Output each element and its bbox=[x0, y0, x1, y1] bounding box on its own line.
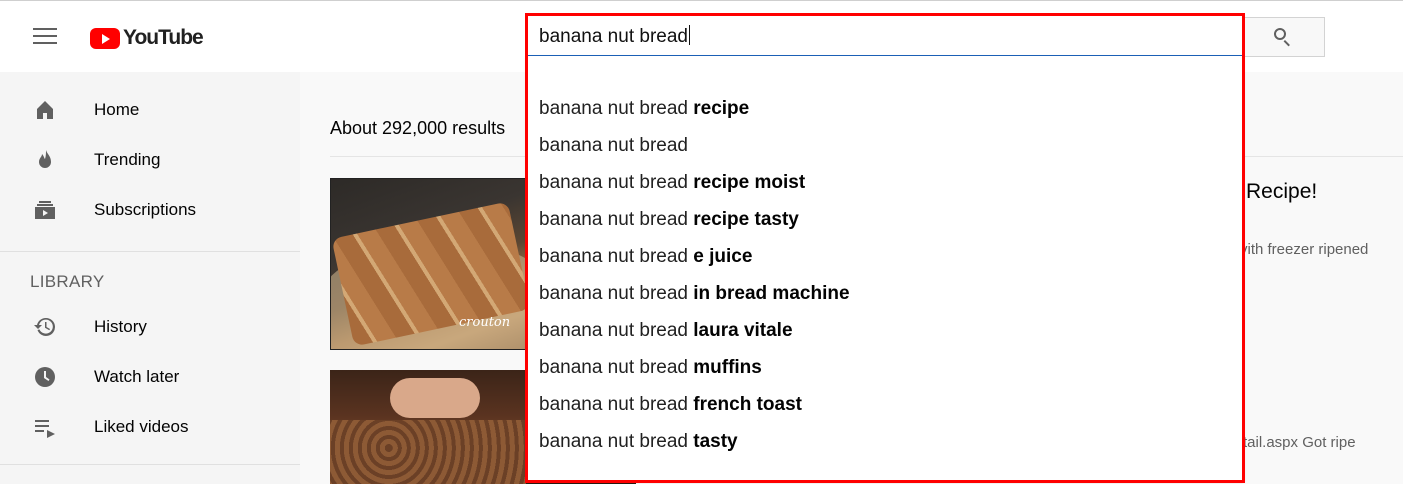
youtube-play-icon bbox=[90, 27, 120, 49]
suggestion-completion: recipe bbox=[693, 98, 750, 119]
suggestion-prefix: banana nut bread bbox=[539, 246, 694, 267]
sidebar-item-label: Watch later bbox=[94, 367, 180, 386]
suggestion-completion: in bread machine bbox=[693, 283, 850, 304]
home-icon bbox=[37, 101, 53, 119]
suggestion-item[interactable]: banana nut bread in bread machine bbox=[539, 283, 850, 311]
sidebar-item-trending[interactable]: Trending bbox=[0, 140, 300, 180]
youtube-logo[interactable]: YouTube bbox=[90, 26, 204, 50]
sidebar-item-label: Home bbox=[94, 100, 140, 119]
sidebar-item-label: History bbox=[94, 317, 147, 336]
suggestion-prefix: banana nut bread bbox=[539, 98, 694, 119]
suggestion-completion: french toast bbox=[693, 394, 802, 415]
suggestion-prefix: banana nut bread bbox=[539, 394, 694, 415]
suggestion-prefix: banana nut bread bbox=[539, 135, 688, 156]
suggestion-completion: tasty bbox=[693, 431, 738, 452]
history-icon bbox=[34, 317, 55, 336]
video-title-fragment[interactable]: Recipe! bbox=[1246, 180, 1317, 204]
suggestion-prefix: banana nut bread bbox=[539, 320, 694, 341]
search-icon bbox=[1272, 26, 1294, 48]
sidebar-divider bbox=[0, 251, 300, 252]
thumbnail-hand bbox=[390, 378, 480, 418]
video-thumbnail[interactable] bbox=[330, 370, 526, 484]
liked-videos-icon bbox=[35, 420, 55, 438]
sidebar-item-label: Subscriptions bbox=[94, 200, 197, 219]
suggestion-completion: recipe tasty bbox=[693, 209, 799, 230]
video-description-fragment: tail.aspx Got ripe bbox=[1243, 434, 1356, 451]
logo-text: YouTube bbox=[123, 26, 204, 49]
results-count: About 292,000 results bbox=[330, 118, 506, 138]
sidebar: Home Trending Subscriptions LIBRARY Hist… bbox=[0, 72, 300, 484]
trending-icon bbox=[39, 150, 51, 168]
suggestion-prefix: banana nut bread bbox=[539, 357, 694, 378]
suggestion-item[interactable]: banana nut bread tasty bbox=[539, 431, 738, 459]
suggestion-completion: recipe moist bbox=[693, 172, 806, 193]
sidebar-item-label: Trending bbox=[94, 150, 161, 169]
suggestion-item[interactable]: banana nut bread muffins bbox=[539, 357, 762, 385]
sidebar-item-liked-videos[interactable]: Liked videos bbox=[0, 407, 300, 447]
suggestion-item[interactable]: banana nut bread laura vitale bbox=[539, 320, 793, 348]
sidebar-item-home[interactable]: Home bbox=[0, 90, 300, 130]
suggestion-completion: e juice bbox=[693, 246, 753, 267]
search-input-value: banana nut bread bbox=[539, 26, 688, 47]
suggestion-item[interactable]: banana nut bread recipe tasty bbox=[539, 209, 799, 237]
sidebar-item-subscriptions[interactable]: Subscriptions bbox=[0, 190, 300, 230]
library-heading: LIBRARY bbox=[30, 272, 105, 291]
suggestion-prefix: banana nut bread bbox=[539, 209, 694, 230]
suggestion-item[interactable]: banana nut bread french toast bbox=[539, 394, 802, 422]
video-description-fragment: vith freezer ripened bbox=[1240, 241, 1369, 258]
sidebar-divider bbox=[0, 464, 300, 465]
suggestion-completion: muffins bbox=[693, 357, 762, 378]
sidebar-item-label: Liked videos bbox=[94, 417, 189, 436]
suggestion-item[interactable]: banana nut bread recipe bbox=[539, 98, 749, 126]
video-thumbnail[interactable]: crouton bbox=[330, 178, 526, 350]
search-button[interactable] bbox=[1242, 17, 1325, 57]
watch-later-icon bbox=[35, 367, 55, 387]
search-suggestions-dropdown: banana nut bread recipe banana nut bread… bbox=[527, 56, 1243, 480]
thumbnail-bread bbox=[330, 420, 526, 484]
suggestion-item[interactable]: banana nut bread e juice bbox=[539, 246, 752, 274]
suggestion-item[interactable]: banana nut bread recipe moist bbox=[539, 172, 805, 200]
thumbnail-watermark: crouton bbox=[459, 315, 511, 330]
search-input[interactable]: banana nut bread bbox=[539, 25, 1219, 48]
suggestion-completion: laura vitale bbox=[693, 320, 793, 341]
sidebar-item-watch-later[interactable]: Watch later bbox=[0, 357, 300, 397]
suggestion-prefix: banana nut bread bbox=[539, 431, 694, 452]
suggestion-prefix: banana nut bread bbox=[539, 283, 694, 304]
menu-icon[interactable] bbox=[33, 28, 57, 46]
sidebar-item-history[interactable]: History bbox=[0, 307, 300, 347]
text-caret bbox=[688, 25, 690, 45]
suggestion-item[interactable]: banana nut bread bbox=[539, 135, 688, 163]
suggestion-prefix: banana nut bread bbox=[539, 172, 694, 193]
search-field[interactable]: banana nut bread bbox=[527, 16, 1243, 56]
subscriptions-icon bbox=[35, 201, 55, 219]
